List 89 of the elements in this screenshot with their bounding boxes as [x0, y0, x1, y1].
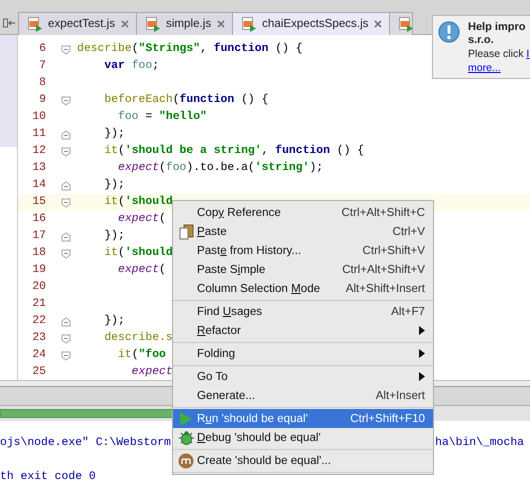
- line-number: 22: [31, 314, 47, 329]
- line-number: 21: [31, 296, 47, 312]
- code-line: beforeEach(function () {: [103, 94, 268, 106]
- notification-title: s.r.o.: [468, 34, 494, 46]
- collapse-icon[interactable]: [2, 18, 16, 28]
- notification-text: Please click: [468, 48, 524, 60]
- close-icon[interactable]: [374, 20, 382, 28]
- code-line: describe.s: [103, 332, 173, 344]
- code-line: describe("Strings", function () {: [77, 43, 303, 55]
- fold-marker-icon[interactable]: [61, 350, 71, 360]
- info-icon: [438, 21, 460, 43]
- submenu-arrow-icon: [419, 372, 425, 381]
- code-line: });: [103, 315, 125, 327]
- code-line: });: [103, 128, 125, 140]
- paste-icon: [178, 224, 194, 240]
- code-line: it('should be a string', function () {: [103, 145, 364, 157]
- submenu-arrow-icon: [419, 326, 425, 335]
- js-file-icon: [399, 16, 414, 32]
- line-number: 19: [31, 262, 47, 278]
- line-number: 15: [31, 194, 47, 210]
- menu-item[interactable]: Copy Reference Ctrl+Alt+Shift+C: [173, 203, 433, 222]
- code-line: it("foo: [117, 349, 166, 361]
- fold-marker-icon[interactable]: [61, 316, 71, 326]
- menu-item[interactable]: Paste Ctrl+V: [173, 222, 433, 241]
- code-line: expect: [130, 366, 173, 378]
- run-icon: [179, 410, 193, 426]
- line-number: 16: [31, 212, 47, 227]
- js-file-icon: [146, 16, 160, 32]
- line-number: 7: [38, 58, 47, 74]
- line-number: 23: [31, 330, 47, 346]
- code-line: foo = "hello": [117, 111, 207, 123]
- fold-marker-icon[interactable]: [61, 198, 71, 208]
- menu-item[interactable]: Create 'should be equal'...: [173, 451, 433, 470]
- console-line: ojs\node.exe" C:\Webstorm: [0, 436, 171, 451]
- fold-marker-icon[interactable]: [61, 44, 71, 54]
- editor-tab[interactable]: [389, 12, 414, 35]
- editor-tab[interactable]: simple.js: [136, 12, 234, 35]
- notification-title: Help impro: [468, 21, 526, 33]
- menu-item[interactable]: Run 'should be equal' Ctrl+Shift+F10: [173, 409, 433, 428]
- line-number: 6: [38, 42, 47, 57]
- fold-marker-icon[interactable]: [61, 146, 71, 156]
- line-number: 8: [38, 76, 47, 91]
- js-file-icon: [242, 16, 256, 32]
- link[interactable]: more...: [468, 62, 501, 74]
- editor-tab[interactable]: chaiExpectsSpecs.js: [232, 12, 390, 35]
- menu-item[interactable]: Paste Simple Ctrl+Alt+Shift+V: [173, 260, 433, 279]
- code-line: var foo;: [103, 60, 160, 72]
- menu-item[interactable]: Go To: [173, 367, 433, 386]
- menu-item[interactable]: Column Selection Mode Alt+Shift+Insert: [173, 279, 433, 298]
- fold-marker-icon[interactable]: [61, 96, 71, 106]
- fold-marker-icon[interactable]: [61, 130, 71, 140]
- menu-item[interactable]: Find Usages Alt+F7: [173, 302, 433, 321]
- line-number: 10: [31, 110, 47, 125]
- menu-item[interactable]: Generate... Alt+Insert: [173, 386, 433, 405]
- submenu-arrow-icon: [419, 349, 425, 358]
- console-line: ha\bin\_mocha: [435, 436, 525, 451]
- menu-item[interactable]: Refactor: [173, 321, 433, 340]
- line-number: 12: [31, 144, 47, 159]
- code-line: expect(: [117, 213, 166, 225]
- fold-marker-icon[interactable]: [61, 334, 71, 344]
- menu-item[interactable]: Folding: [173, 344, 433, 363]
- link[interactable]: I: [526, 48, 530, 60]
- line-number: 25: [31, 364, 47, 380]
- fold-marker-icon[interactable]: [61, 180, 71, 190]
- close-icon[interactable]: [121, 20, 130, 28]
- code-line: expect(: [117, 264, 166, 276]
- line-number: 14: [31, 178, 47, 193]
- editor-tab[interactable]: expectTest.js: [18, 12, 138, 35]
- code-line: });: [103, 230, 125, 242]
- line-number: 18: [31, 246, 47, 261]
- mocha-icon: [178, 452, 194, 468]
- code-line: });: [103, 179, 125, 191]
- console-line: th exit code 0: [0, 470, 96, 481]
- line-number: 9: [38, 92, 47, 108]
- line-number: 11: [31, 126, 47, 142]
- line-number: 17: [31, 228, 47, 244]
- menu-item[interactable]: Paste from History... Ctrl+Shift+V: [173, 241, 433, 260]
- code-line: expect(foo).to.be.a('string');: [117, 162, 324, 174]
- fold-marker-icon[interactable]: [61, 232, 71, 242]
- js-file-icon: [28, 16, 42, 32]
- line-number: 13: [31, 160, 47, 176]
- line-number: 24: [31, 348, 47, 363]
- menu-item[interactable]: Debug 'should be equal': [173, 428, 433, 447]
- bug-icon: [178, 430, 194, 446]
- code-line: it('should: [103, 196, 173, 208]
- fold-marker-icon[interactable]: [61, 248, 71, 258]
- close-icon[interactable]: [217, 20, 226, 28]
- code-line: it('should: [103, 247, 173, 259]
- line-number: 20: [31, 280, 47, 295]
